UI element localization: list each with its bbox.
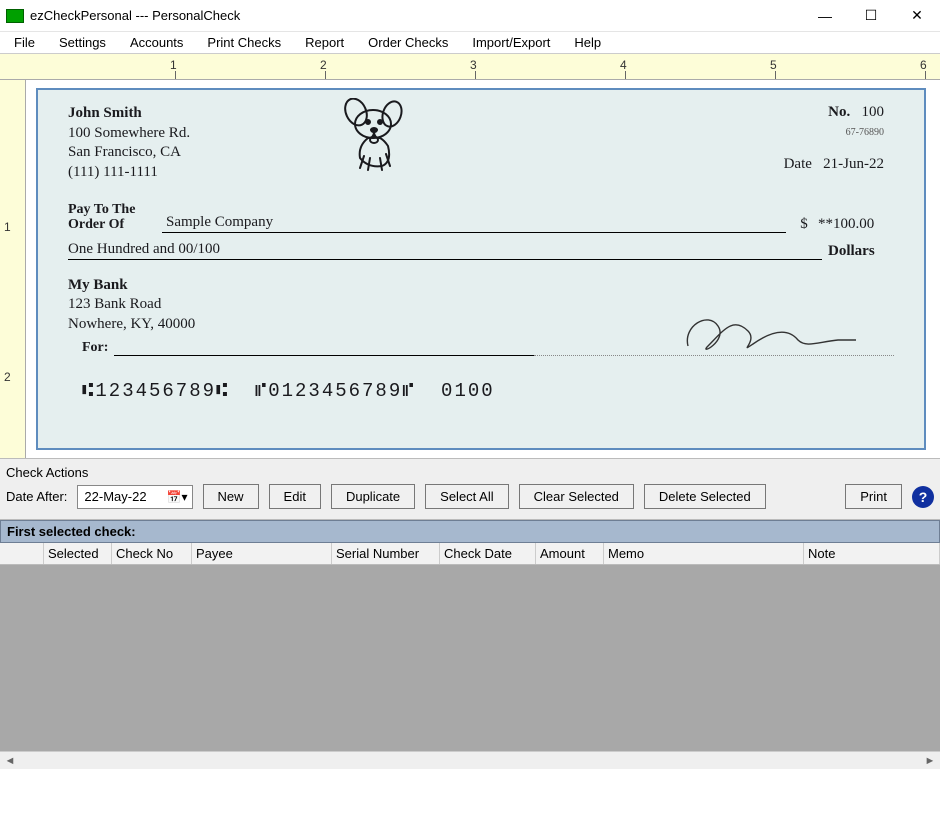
check-actions-bar: Check Actions Date After: 22-May-22 📅▾ N… bbox=[0, 458, 940, 520]
col-memo[interactable]: Memo bbox=[604, 543, 804, 564]
check-canvas: John Smith 100 Somewhere Rd. San Francis… bbox=[26, 80, 940, 458]
col-blank[interactable] bbox=[0, 543, 44, 564]
check-date: 21-Jun-22 bbox=[823, 156, 884, 172]
pay-to-line: Pay To The Order Of Sample Company $ **1… bbox=[68, 202, 894, 233]
payer-phone: (111) 111-1111 bbox=[68, 163, 894, 183]
date-after-value: 22-May-22 bbox=[84, 489, 146, 504]
ruler-h-label: 4 bbox=[620, 58, 627, 72]
payee-name: Sample Company bbox=[162, 214, 786, 233]
menu-settings[interactable]: Settings bbox=[49, 33, 116, 52]
duplicate-button[interactable]: Duplicate bbox=[331, 484, 415, 509]
grid-title: First selected check: bbox=[0, 520, 940, 543]
col-check-date[interactable]: Check Date bbox=[440, 543, 536, 564]
amount-words-line: One Hundred and 00/100 Dollars bbox=[68, 241, 894, 260]
col-amount[interactable]: Amount bbox=[536, 543, 604, 564]
dollars-label: Dollars bbox=[822, 243, 894, 260]
col-serial-number[interactable]: Serial Number bbox=[332, 543, 440, 564]
ruler-h-label: 6 bbox=[920, 58, 927, 72]
ruler-v-label: 1 bbox=[4, 220, 11, 234]
col-payee[interactable]: Payee bbox=[192, 543, 332, 564]
amount-words: One Hundred and 00/100 bbox=[68, 241, 822, 260]
col-selected[interactable]: Selected bbox=[44, 543, 112, 564]
for-label: For: bbox=[82, 340, 108, 356]
check-routing-small: 67-76890 bbox=[784, 127, 884, 138]
ruler-v-label: 2 bbox=[4, 370, 11, 384]
window-buttons: — ☐ ✕ bbox=[802, 0, 940, 31]
date-after-label: Date After: bbox=[6, 489, 67, 504]
check-logo-dog-icon bbox=[338, 98, 414, 174]
menu-order-checks[interactable]: Order Checks bbox=[358, 33, 458, 52]
new-button[interactable]: New bbox=[203, 484, 259, 509]
menu-report[interactable]: Report bbox=[295, 33, 354, 52]
col-note[interactable]: Note bbox=[804, 543, 940, 564]
work-area: 1 2 John Smith 100 Somewhere Rd. San Fra… bbox=[0, 80, 940, 458]
check-top-right: No. 100 67-76890 Date 21-Jun-22 bbox=[784, 104, 884, 173]
grid-column-headers: Selected Check No Payee Serial Number Ch… bbox=[0, 543, 940, 565]
payer-address-1: 100 Somewhere Rd. bbox=[68, 124, 894, 144]
micr-line: ⑆123456789⑆ ⑈0123456789⑈ 0100 bbox=[82, 380, 894, 402]
minimize-button[interactable]: — bbox=[802, 0, 848, 31]
check-amount: **100.00 bbox=[814, 216, 894, 233]
edit-button[interactable]: Edit bbox=[269, 484, 321, 509]
pay-to-label-1: Pay To The bbox=[68, 202, 162, 217]
signature-area bbox=[534, 355, 894, 356]
check-preview[interactable]: John Smith 100 Somewhere Rd. San Francis… bbox=[36, 88, 926, 450]
menu-import-export[interactable]: Import/Export bbox=[462, 33, 560, 52]
menu-print-checks[interactable]: Print Checks bbox=[197, 33, 291, 52]
check-number-label: No. bbox=[828, 104, 850, 120]
ruler-h-label: 5 bbox=[770, 58, 777, 72]
scroll-left-icon[interactable]: ◄ bbox=[2, 754, 18, 768]
dollar-sign: $ bbox=[794, 216, 814, 233]
check-date-label: Date bbox=[784, 156, 812, 172]
ruler-horizontal: 1 2 3 4 5 6 bbox=[0, 54, 940, 80]
help-button[interactable]: ? bbox=[912, 486, 934, 508]
menu-help[interactable]: Help bbox=[564, 33, 611, 52]
calendar-icon: 📅▾ bbox=[167, 490, 188, 504]
scroll-right-icon[interactable]: ► bbox=[922, 754, 938, 768]
window-title: ezCheckPersonal --- PersonalCheck bbox=[30, 8, 802, 23]
select-all-button[interactable]: Select All bbox=[425, 484, 508, 509]
date-after-picker[interactable]: 22-May-22 📅▾ bbox=[77, 485, 192, 509]
memo-signature-row: For: bbox=[68, 340, 894, 356]
menu-file[interactable]: File bbox=[4, 33, 45, 52]
horizontal-scrollbar[interactable]: ◄ ► bbox=[0, 751, 940, 769]
pay-to-label-2: Order Of bbox=[68, 217, 162, 232]
ruler-h-label: 3 bbox=[470, 58, 477, 72]
bank-name: My Bank bbox=[68, 276, 894, 296]
delete-selected-button[interactable]: Delete Selected bbox=[644, 484, 766, 509]
memo-line bbox=[114, 340, 534, 356]
grid-body[interactable] bbox=[0, 565, 940, 751]
check-number: 100 bbox=[862, 104, 885, 120]
check-actions-title: Check Actions bbox=[6, 463, 934, 484]
ruler-vertical: 1 2 bbox=[0, 80, 26, 458]
menu-bar: File Settings Accounts Print Checks Repo… bbox=[0, 32, 940, 54]
col-check-no[interactable]: Check No bbox=[112, 543, 192, 564]
close-button[interactable]: ✕ bbox=[894, 0, 940, 31]
title-bar: ezCheckPersonal --- PersonalCheck — ☐ ✕ bbox=[0, 0, 940, 32]
payer-block: John Smith 100 Somewhere Rd. San Francis… bbox=[68, 104, 894, 182]
app-icon bbox=[6, 9, 24, 23]
payer-address-2: San Francisco, CA bbox=[68, 143, 894, 163]
ruler-h-label: 1 bbox=[170, 58, 177, 72]
clear-selected-button[interactable]: Clear Selected bbox=[519, 484, 634, 509]
menu-accounts[interactable]: Accounts bbox=[120, 33, 193, 52]
ruler-h-label: 2 bbox=[320, 58, 327, 72]
payer-name: John Smith bbox=[68, 104, 894, 124]
print-button[interactable]: Print bbox=[845, 484, 902, 509]
maximize-button[interactable]: ☐ bbox=[848, 0, 894, 31]
signature-icon bbox=[678, 306, 858, 362]
